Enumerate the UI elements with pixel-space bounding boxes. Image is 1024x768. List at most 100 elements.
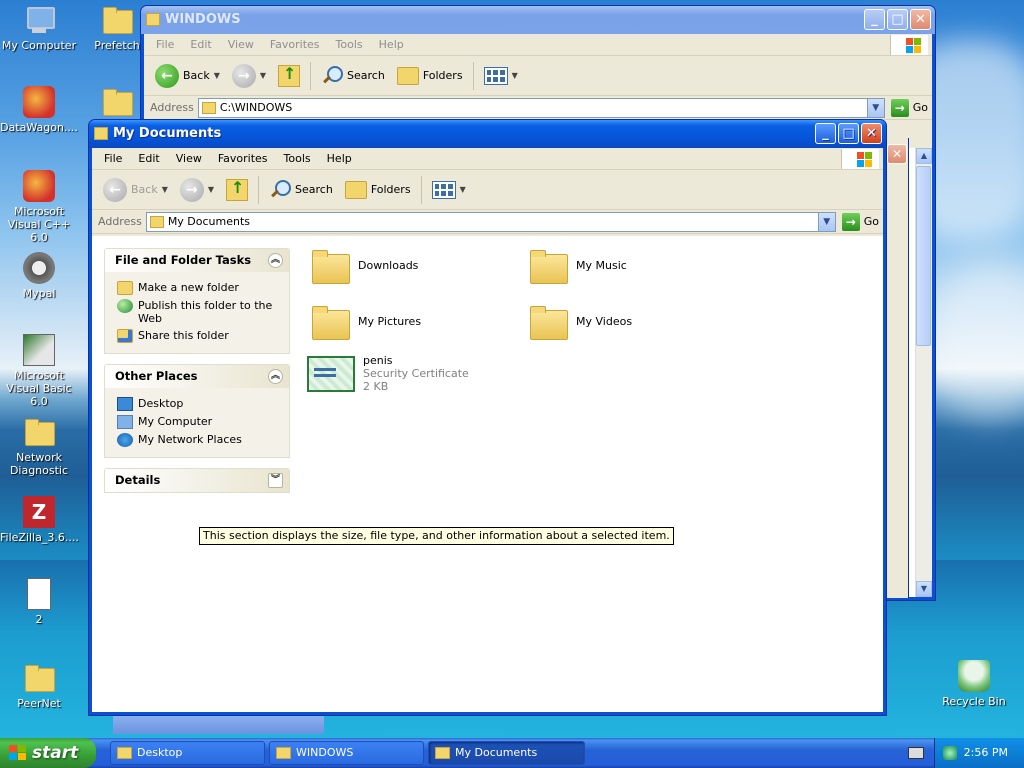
desktop-icon-datawagon[interactable]: DataWagon.... bbox=[0, 86, 78, 134]
desktop-link[interactable]: Desktop bbox=[117, 397, 279, 411]
my-computer-link[interactable]: My Computer bbox=[117, 415, 279, 429]
scroll-down-icon[interactable]: ▼ bbox=[916, 581, 932, 597]
menu-edit[interactable]: Edit bbox=[182, 38, 219, 51]
computer-icon bbox=[117, 415, 133, 429]
file-type: Security Certificate bbox=[363, 367, 469, 380]
back-label: Back bbox=[183, 69, 210, 82]
up-button[interactable] bbox=[221, 174, 253, 206]
desktop-icon-label: Network Diagnostic bbox=[9, 451, 69, 477]
my-documents-window[interactable]: My Documents _ □ ✕ File Edit View Favori… bbox=[88, 119, 887, 716]
keyboard-icon[interactable] bbox=[908, 747, 924, 759]
go-label: Go bbox=[912, 101, 928, 114]
back-button[interactable]: ← Back ▼ bbox=[150, 60, 225, 92]
window-titlebar[interactable]: My Documents _ □ ✕ bbox=[89, 120, 886, 148]
forward-button[interactable]: → ▼ bbox=[227, 60, 271, 92]
menu-favorites[interactable]: Favorites bbox=[210, 152, 276, 165]
tray-app-icon[interactable] bbox=[943, 746, 957, 760]
chevron-down-icon[interactable]: ▼ bbox=[866, 98, 884, 117]
menu-tools[interactable]: Tools bbox=[276, 152, 319, 165]
my-network-places-link[interactable]: My Network Places bbox=[117, 433, 279, 447]
menu-help[interactable]: Help bbox=[371, 38, 412, 51]
taskbar-item-my-documents[interactable]: My Documents bbox=[428, 741, 585, 765]
desktop-icon-2[interactable]: 2 bbox=[0, 578, 78, 626]
menu-edit[interactable]: Edit bbox=[130, 152, 167, 165]
start-button[interactable]: start bbox=[0, 738, 96, 768]
folder-icon bbox=[276, 747, 291, 759]
videos-folder-icon bbox=[528, 302, 568, 340]
desktop-icon-mypal[interactable]: Mypal bbox=[0, 252, 78, 300]
forward-button[interactable]: → ▼ bbox=[175, 174, 219, 206]
desktop-icon bbox=[117, 397, 133, 411]
close-button[interactable]: ✕ bbox=[910, 9, 931, 30]
address-label: Address bbox=[98, 215, 142, 228]
clock[interactable]: 2:56 PM bbox=[964, 738, 1008, 768]
minimize-button[interactable]: _ bbox=[864, 9, 885, 30]
menu-favorites[interactable]: Favorites bbox=[262, 38, 328, 51]
menu-file[interactable]: File bbox=[148, 38, 182, 51]
menu-help[interactable]: Help bbox=[319, 152, 360, 165]
panel-header[interactable]: Other Places ︽ bbox=[105, 365, 289, 388]
address-input[interactable]: My Documents ▼ bbox=[145, 211, 836, 232]
chevron-down-icon[interactable]: ︾ bbox=[268, 473, 283, 488]
address-value: My Documents bbox=[167, 215, 251, 228]
views-button[interactable]: ▼ bbox=[427, 174, 471, 206]
scrollbar-thumb[interactable] bbox=[916, 166, 931, 346]
file-item-downloads[interactable]: Downloads bbox=[310, 246, 418, 284]
window-title: My Documents bbox=[113, 126, 222, 141]
link-label: Desktop bbox=[138, 397, 184, 410]
up-button[interactable] bbox=[273, 60, 305, 92]
window-titlebar[interactable]: WINDOWS _ □ ✕ bbox=[141, 6, 935, 34]
desktop-icon-network-diagnostic[interactable]: Network Diagnostic bbox=[0, 416, 78, 477]
menu-view[interactable]: View bbox=[168, 152, 210, 165]
folders-button[interactable]: Folders bbox=[340, 174, 416, 206]
my-documents-icon bbox=[149, 215, 164, 228]
file-item-my-music[interactable]: My Music bbox=[528, 246, 627, 284]
forward-arrow-icon: → bbox=[179, 177, 204, 202]
search-button[interactable]: Search bbox=[316, 60, 390, 92]
go-button[interactable]: → Go bbox=[890, 98, 928, 117]
file-item-my-videos[interactable]: My Videos bbox=[528, 302, 632, 340]
folders-button[interactable]: Folders bbox=[392, 60, 468, 92]
panel-header[interactable]: File and Folder Tasks ︽ bbox=[105, 249, 289, 272]
chevron-down-icon: ▼ bbox=[213, 71, 220, 80]
chevron-down-icon[interactable]: ▼ bbox=[817, 212, 835, 231]
menu-view[interactable]: View bbox=[220, 38, 262, 51]
toolbar-separator bbox=[258, 175, 260, 204]
share-folder-link[interactable]: Share this folder bbox=[117, 329, 279, 343]
maximize-button[interactable]: □ bbox=[887, 9, 908, 30]
visual-basic-icon bbox=[23, 334, 55, 366]
taskbar-item-windows[interactable]: WINDOWS bbox=[269, 741, 424, 765]
file-item-my-pictures[interactable]: My Pictures bbox=[310, 302, 421, 340]
search-button[interactable]: Search bbox=[264, 174, 338, 206]
menu-file[interactable]: File bbox=[96, 152, 130, 165]
desktop-icon-my-computer[interactable]: My Computer bbox=[0, 4, 78, 52]
publish-folder-link[interactable]: Publish this folder to the Web bbox=[117, 299, 279, 325]
make-new-folder-link[interactable]: Make a new folder bbox=[117, 281, 279, 295]
filezilla-icon: Z bbox=[23, 496, 55, 528]
panel-header[interactable]: Details ︾ bbox=[105, 469, 289, 492]
desktop-icon-peernet[interactable]: PeerNet bbox=[0, 662, 78, 710]
vertical-scrollbar[interactable]: ▲ ▼ bbox=[915, 148, 932, 597]
chevron-up-icon[interactable]: ︽ bbox=[268, 369, 283, 384]
scroll-up-icon[interactable]: ▲ bbox=[916, 148, 932, 164]
maximize-button[interactable]: □ bbox=[838, 123, 859, 144]
menu-tools[interactable]: Tools bbox=[328, 38, 371, 51]
close-icon[interactable]: ✕ bbox=[887, 144, 907, 164]
desktop-icon-visual-cpp[interactable]: Microsoft Visual C++ 6.0 bbox=[0, 170, 78, 244]
go-button[interactable]: → Go bbox=[841, 212, 879, 231]
minimize-button[interactable]: _ bbox=[815, 123, 836, 144]
desktop-icon-label: PeerNet bbox=[17, 697, 61, 710]
desktop-icon-recycle-bin[interactable]: Recycle Bin bbox=[935, 660, 1013, 708]
back-button[interactable]: ← Back ▼ bbox=[98, 174, 173, 206]
views-button[interactable]: ▼ bbox=[479, 60, 523, 92]
close-button[interactable]: ✕ bbox=[861, 123, 882, 144]
hidden-window-sliver bbox=[113, 716, 324, 734]
address-value: C:\WINDOWS bbox=[219, 101, 293, 114]
desktop-icon-filezilla[interactable]: Z FileZilla_3.6.... bbox=[0, 496, 79, 544]
address-input[interactable]: C:\WINDOWS ▼ bbox=[197, 97, 885, 118]
chevron-down-icon: ▼ bbox=[259, 71, 267, 80]
file-item-certificate[interactable]: penis Security Certificate 2 KB bbox=[307, 354, 469, 393]
desktop-icon-visual-basic[interactable]: Microsoft Visual Basic 6.0 bbox=[0, 334, 78, 408]
chevron-up-icon[interactable]: ︽ bbox=[268, 253, 283, 268]
taskbar-item-desktop[interactable]: Desktop bbox=[110, 741, 265, 765]
